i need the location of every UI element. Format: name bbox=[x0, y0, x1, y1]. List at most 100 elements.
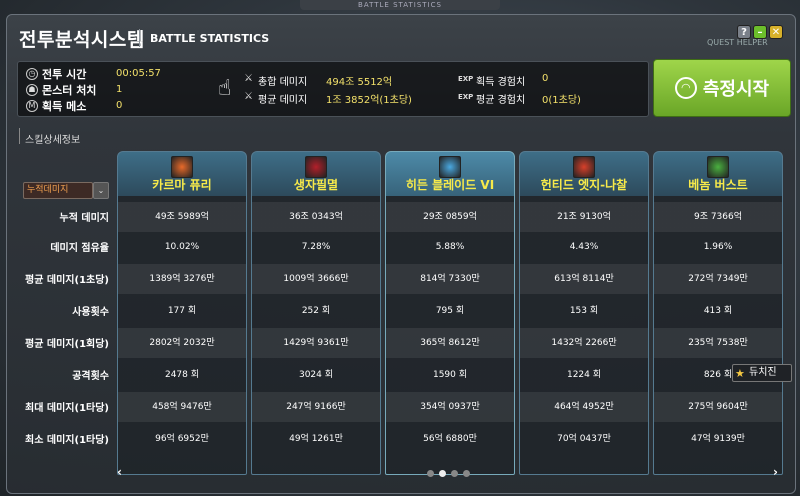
battle-statistics-window: 전투분석시스템 BATTLE STATISTICS QUEST HELPER ?… bbox=[6, 14, 796, 494]
skill-name: 생자필멸 bbox=[293, 178, 339, 192]
pointer-icon: ☝ bbox=[218, 76, 232, 101]
stat-cell: 458억 9476만 bbox=[118, 392, 246, 422]
stat-cell: 1432억 2266만 bbox=[520, 328, 648, 358]
total-damage-value: 494조 5512억 bbox=[326, 77, 393, 88]
start-measure-button[interactable]: ◠ 측정시작 bbox=[653, 59, 791, 117]
sword-icon: ⚔ bbox=[244, 73, 253, 84]
close-button[interactable]: ✕ bbox=[769, 25, 783, 39]
stat-cell: 49억 1261만 bbox=[289, 434, 343, 444]
page-dot[interactable] bbox=[427, 470, 434, 477]
avg-damage-label: 평균 데미지 bbox=[258, 95, 308, 106]
stat-cell: 365억 8612만 bbox=[386, 328, 514, 358]
help-button[interactable]: ? bbox=[737, 25, 751, 39]
stat-cell: 275억 9604만 bbox=[654, 392, 782, 422]
stat-cell: 1.96% bbox=[703, 242, 733, 252]
hover-tooltip-label: 듀치진 bbox=[749, 367, 777, 378]
stat-cell: 36조 0343억 bbox=[252, 202, 380, 232]
stat-cell: 10.02% bbox=[164, 242, 200, 252]
next-page-button[interactable]: › bbox=[773, 465, 778, 479]
stat-cell: 413 회 bbox=[703, 306, 733, 316]
skill-icon bbox=[171, 156, 193, 178]
stat-cell: 56억 6880만 bbox=[423, 434, 477, 444]
skill-icon bbox=[573, 156, 595, 178]
stat-cell: 47억 9139만 bbox=[691, 434, 745, 444]
stat-cell: 153 회 bbox=[569, 306, 599, 316]
stat-cell: 1009억 3666만 bbox=[252, 264, 380, 294]
row-label: 누적 데미지 bbox=[59, 213, 109, 224]
stat-cell: 464억 4952만 bbox=[520, 392, 648, 422]
stat-kills-value: 1 bbox=[116, 84, 123, 95]
stat-cell: 70억 0437만 bbox=[557, 434, 611, 444]
stat-cell: 2478 회 bbox=[164, 370, 200, 380]
total-damage-label: 총합 데미지 bbox=[258, 77, 308, 88]
skill-column[interactable]: 헌티드 엣지-나찰 21조 9130억 4.43% 613억 8114만 153 회 14… bbox=[519, 151, 649, 475]
stat-cell: 3024 회 bbox=[298, 370, 334, 380]
skill-column[interactable]: 카르마 퓨리 49조 5989억 10.02% 1389억 3276만 177 회 280… bbox=[117, 151, 247, 475]
stat-cell: 21조 9130억 bbox=[520, 202, 648, 232]
stat-meso-value: 0 bbox=[116, 100, 123, 111]
skill-column[interactable]: 생자필멸 36조 0343억 7.28% 1009억 3666만 252 회 1429억 … bbox=[251, 151, 381, 475]
skill-column[interactable]: 베놈 버스트 9조 7366억 1.96% 272억 7349만 413 회 235억 7… bbox=[653, 151, 783, 475]
row-label: 데미지 점유율 bbox=[50, 243, 109, 254]
stat-cell: 272억 7349만 bbox=[654, 264, 782, 294]
skill-name: 히든 블레이드 VI bbox=[405, 178, 495, 192]
exp-icon: EXP bbox=[458, 75, 474, 83]
stat-cell: 1429억 9361만 bbox=[252, 328, 380, 358]
stat-cell: 1224 회 bbox=[566, 370, 602, 380]
stat-time-value: 00:05:57 bbox=[116, 68, 161, 79]
stat-cell: 252 회 bbox=[301, 306, 331, 316]
prev-page-button[interactable]: ‹ bbox=[117, 465, 122, 479]
skill-name: 카르마 퓨리 bbox=[152, 178, 212, 192]
skill-column[interactable]: 히든 블레이드 VI 29조 0859억 5.88% 814억 7330만 795 회 3… bbox=[385, 151, 515, 475]
skill-detail-label: 스킬상세정보 bbox=[25, 135, 81, 146]
stat-cell: 2802억 2032만 bbox=[118, 328, 246, 358]
chevron-down-icon[interactable]: ⌄ bbox=[93, 182, 109, 199]
skill-icon bbox=[707, 156, 729, 178]
monster-icon: ☗ bbox=[26, 84, 38, 96]
exp-label: 획득 경험치 bbox=[476, 77, 526, 88]
stat-cell: 29조 0859억 bbox=[386, 202, 514, 232]
skill-icon bbox=[439, 156, 461, 178]
sword-icon: ⚔ bbox=[244, 91, 253, 102]
stat-cell: 795 회 bbox=[435, 306, 465, 316]
stat-cell: 613억 8114만 bbox=[520, 264, 648, 294]
row-label: 최대 데미지(1타당) bbox=[25, 403, 109, 414]
stat-cell: 5.88% bbox=[435, 242, 465, 252]
stat-cell: 96억 6952만 bbox=[155, 434, 209, 444]
page-dot[interactable] bbox=[451, 470, 458, 477]
skill-icon bbox=[305, 156, 327, 178]
row-label: 공격횟수 bbox=[72, 371, 109, 382]
exp-icon: EXP bbox=[458, 93, 474, 101]
stat-cell: 1389억 3276만 bbox=[118, 264, 246, 294]
window-subtitle: BATTLE STATISTICS bbox=[150, 32, 270, 45]
row-label: 평균 데미지(1회당) bbox=[25, 339, 109, 350]
skill-name: 헌티드 엣지-나찰 bbox=[540, 178, 628, 192]
stat-cell: 4.43% bbox=[569, 242, 599, 252]
exp-value: 0 bbox=[542, 73, 549, 84]
skill-name: 베놈 버스트 bbox=[688, 178, 748, 192]
title-divider bbox=[139, 29, 140, 47]
stat-cell: 177 회 bbox=[167, 306, 197, 316]
page-indicator bbox=[427, 470, 470, 477]
stat-cell: 354억 0937만 bbox=[386, 392, 514, 422]
stat-cell: 49조 5989억 bbox=[118, 202, 246, 232]
stat-cell: 247억 9166만 bbox=[252, 392, 380, 422]
start-measure-label: 측정시작 bbox=[702, 79, 770, 100]
row-label: 최소 데미지(1타당) bbox=[25, 435, 109, 446]
row-label: 사용횟수 bbox=[72, 307, 109, 318]
top-tab: BATTLE STATISTICS bbox=[300, 0, 500, 10]
stat-cell: 7.28% bbox=[301, 242, 331, 252]
page-dot[interactable] bbox=[463, 470, 470, 477]
avg-exp-label: 평균 경험치 bbox=[476, 95, 526, 106]
avg-damage-value: 1조 3852억(1초당) bbox=[326, 95, 412, 106]
section-divider bbox=[19, 128, 20, 144]
page-dot-active[interactable] bbox=[439, 470, 446, 477]
gauge-icon: ◠ bbox=[674, 77, 697, 99]
avg-exp-value: 0(1초당) bbox=[542, 95, 581, 106]
row-label: 평균 데미지(1초당) bbox=[25, 275, 109, 286]
sort-dropdown[interactable]: 누적데미지 bbox=[23, 182, 93, 199]
stats-summary: ◷ 전투 시간 00:05:57 ☗ 몬스터 처치 1 M 획득 메소 0 ☝ … bbox=[17, 61, 649, 117]
clock-icon: ◷ bbox=[26, 68, 38, 80]
minimize-button[interactable]: – bbox=[753, 25, 767, 39]
meso-icon: M bbox=[26, 100, 38, 112]
